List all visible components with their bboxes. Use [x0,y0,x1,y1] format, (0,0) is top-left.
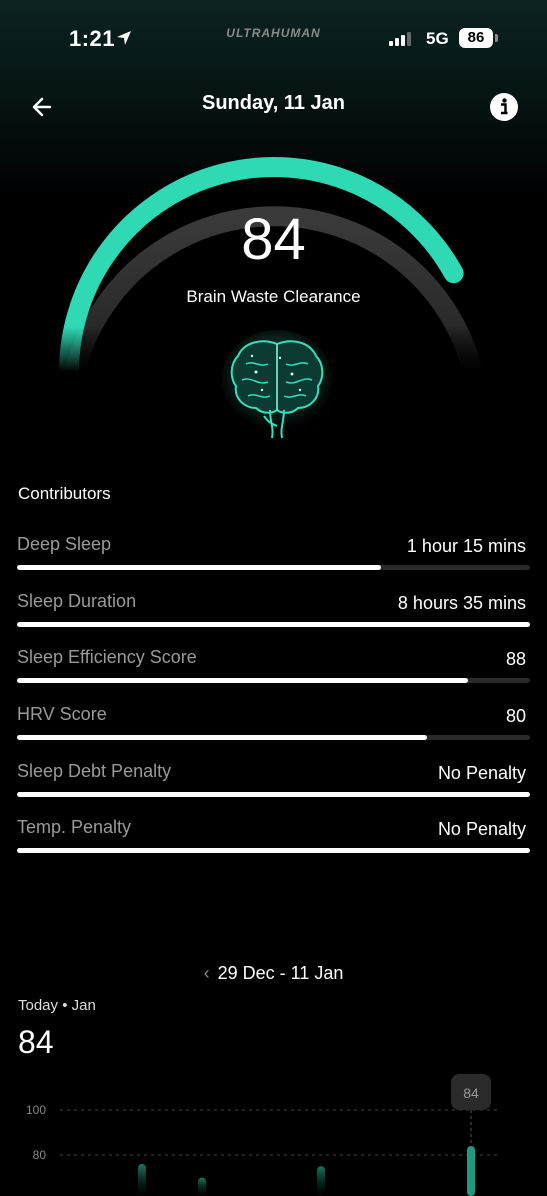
contributor-row-deep-sleep[interactable]: Deep Sleep 1 hour 15 mins [17,534,530,584]
contributor-value: 80 [505,706,526,726]
contributor-progress-fill [17,565,382,570]
contributor-label: HRV Score [17,704,107,724]
chart-bar [198,1177,206,1196]
contributor-progress-fill [17,848,530,853]
contributor-row-sleep-efficiency[interactable]: Sleep Efficiency Score 88 [17,647,530,697]
contributor-progress-fill [17,735,428,740]
chevron-left-icon[interactable]: ‹ [204,963,210,984]
contributor-label: Temp. Penalty [17,817,132,837]
month-text: Jan [71,997,96,1014]
history-chart[interactable]: 100 80 84 [0,1060,547,1196]
contributor-progress-fill [17,678,469,683]
contributor-progress-track [17,848,530,853]
contributor-label: Sleep Debt Penalty [17,761,172,781]
today-score: 84 [18,1024,54,1060]
date-range-selector[interactable]: ‹ 29 Dec - 11 Jan [0,963,547,984]
chart-y-tick-label: 80 [33,1148,47,1162]
brain-score-value: 84 [241,207,306,272]
contributor-label: Deep Sleep [17,534,112,554]
contributor-row-hrv-score[interactable]: HRV Score 80 [17,704,530,754]
today-label: Today • Jan [18,997,96,1014]
contributor-label: Sleep Duration [17,591,137,611]
contributor-row-sleep-debt-penalty[interactable]: Sleep Debt Penalty No Penalty [17,761,530,811]
contributor-progress-fill [17,792,530,797]
chart-bar [317,1166,325,1196]
contributor-value: 88 [505,649,526,669]
contributor-progress-fill [17,622,530,627]
contributor-progress-track [17,678,530,683]
chart-y-tick-label: 100 [26,1103,46,1117]
brain-icon [222,330,332,439]
contributor-progress-track [17,792,530,797]
chart-tooltip-value: 84 [463,1085,479,1101]
contributor-row-temp-penalty[interactable]: Temp. Penalty No Penalty [17,817,530,867]
date-range-label: 29 Dec - 11 Jan [217,963,344,983]
contributor-row-sleep-duration[interactable]: Sleep Duration 8 hours 35 mins [17,591,530,641]
contributor-progress-track [17,735,530,740]
brain-score-label: Brain Waste Clearance [186,287,361,306]
contributors-title: Contributors [18,484,111,503]
contributor-value: No Penalty [437,763,526,783]
contributor-value: No Penalty [437,819,526,839]
today-text: Today [18,997,59,1014]
chart-bar [138,1164,146,1196]
contributor-progress-track [17,565,530,570]
contributor-value: 1 hour 15 mins [406,536,526,556]
contributor-value: 8 hours 35 mins [397,593,526,613]
chart-bar [467,1146,475,1196]
contributor-label: Sleep Efficiency Score [17,647,197,667]
contributor-progress-track [17,622,530,627]
